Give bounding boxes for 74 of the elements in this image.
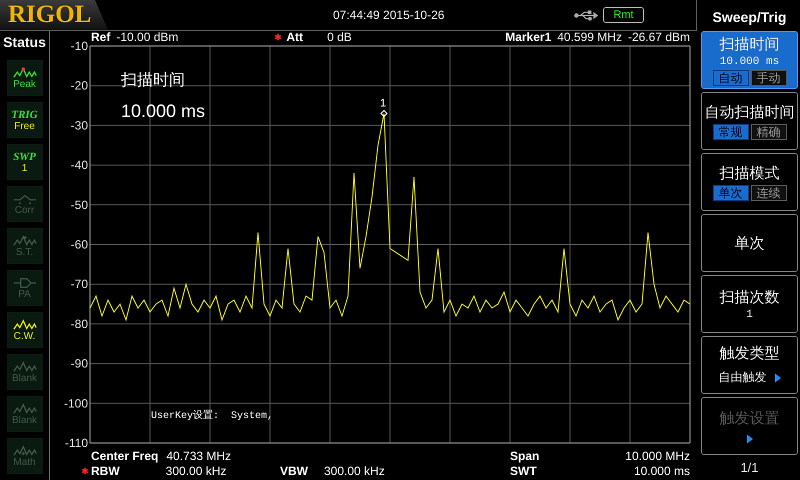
marker-number: 1	[380, 98, 386, 110]
remote-badge: Rmt	[603, 7, 644, 23]
softkey-button[interactable]: 单次	[701, 214, 798, 272]
wave-icon	[12, 66, 36, 78]
y-axis-label: -60	[70, 238, 88, 252]
ref-label: Ref	[91, 30, 110, 44]
softkey-button[interactable]: 触发类型 自由触发	[701, 336, 798, 394]
option-toggle[interactable]: 自动	[712, 70, 748, 86]
status-indicator: C.W.	[6, 312, 42, 348]
att-label: Att	[286, 30, 304, 44]
att-value: 0 dB	[327, 30, 352, 44]
softkey-button[interactable]: 自动扫描时间 常规 精确	[701, 92, 798, 150]
softkey-button[interactable]: 扫描模式 单次 连续	[701, 153, 798, 211]
marker-icon	[380, 110, 388, 118]
option-toggle[interactable]: 常规	[712, 124, 748, 140]
y-axis-label: -100	[64, 396, 88, 410]
setting-label: Span	[510, 448, 540, 462]
setting-label: VBW	[280, 464, 308, 478]
y-axis-label: -30	[70, 118, 88, 132]
option-toggle[interactable]: 连续	[750, 184, 786, 200]
option-toggle[interactable]: 手动	[750, 70, 786, 86]
marker-level: -26.67 dBm	[628, 30, 690, 44]
y-axis-label: -40	[70, 158, 88, 172]
setting-label: SWT	[510, 464, 537, 478]
status-indicator: PA	[6, 270, 42, 306]
setting-value: 300.00 kHz	[166, 464, 226, 478]
asterisk-icon	[274, 33, 282, 41]
wave-icon	[12, 318, 36, 330]
status-indicator: Math	[6, 438, 42, 474]
date-time: 07:44:49 2015-10-26	[333, 8, 444, 22]
status-indicator: Blank	[6, 396, 42, 432]
y-axis-label: -80	[70, 316, 88, 331]
status-indicator: TRIG Free	[6, 102, 42, 138]
page-indicator: 1/1	[739, 460, 760, 475]
wave-icon	[12, 234, 36, 246]
ref-value: -10.00 dBm	[116, 30, 178, 44]
status-indicator: Peak	[6, 60, 42, 96]
marker-frequency: 40.599 MHz	[557, 30, 622, 44]
setting-value: 10.000 ms	[634, 464, 690, 478]
asterisk-icon	[81, 466, 89, 474]
setting-value: 300.00 kHz	[324, 464, 385, 478]
option-toggle[interactable]: 精确	[750, 124, 786, 140]
submenu-arrow-icon	[774, 372, 780, 382]
wave-icon	[12, 402, 36, 414]
userkey-note: UserKey设置: System,	[151, 408, 274, 422]
marker-label: Marker1	[505, 30, 552, 44]
y-axis-label: -50	[70, 198, 88, 212]
math-wave-icon	[12, 444, 36, 456]
option-toggle[interactable]: 单次	[712, 184, 748, 200]
status-indicator: SWP 1	[6, 144, 42, 180]
softkey-button[interactable]: 扫描时间 10.000 ms 自动 手动	[701, 31, 798, 89]
setting-value: 40.733 MHz	[166, 448, 232, 462]
amplifier-icon	[12, 276, 36, 288]
wave-icon	[12, 360, 36, 372]
correction-icon	[12, 192, 36, 204]
brand-logo: RIGOL	[0, 0, 108, 30]
status-indicator: S.T.	[6, 228, 42, 264]
menu-title: Sweep/Trig	[712, 8, 788, 27]
parameter-name: 扫描时间	[121, 70, 186, 91]
parameter-value: 10.000 ms	[121, 101, 206, 122]
usb-icon	[574, 10, 598, 20]
y-axis-label: -110	[64, 436, 88, 450]
y-axis-label: -20	[70, 78, 88, 93]
y-axis-label: -70	[70, 277, 88, 292]
status-indicator: Blank	[6, 354, 42, 390]
y-axis-label: -90	[70, 356, 88, 371]
softkey-button[interactable]: 扫描次数 1	[701, 275, 798, 333]
status-title: Status	[3, 34, 46, 50]
submenu-arrow-icon	[746, 434, 752, 444]
y-axis-label: -10	[70, 40, 88, 53]
status-indicator: Corr	[6, 186, 42, 222]
setting-label: RBW	[91, 464, 120, 478]
setting-value: 10.000 MHz	[625, 448, 690, 462]
setting-label: Center Freq	[91, 448, 158, 462]
